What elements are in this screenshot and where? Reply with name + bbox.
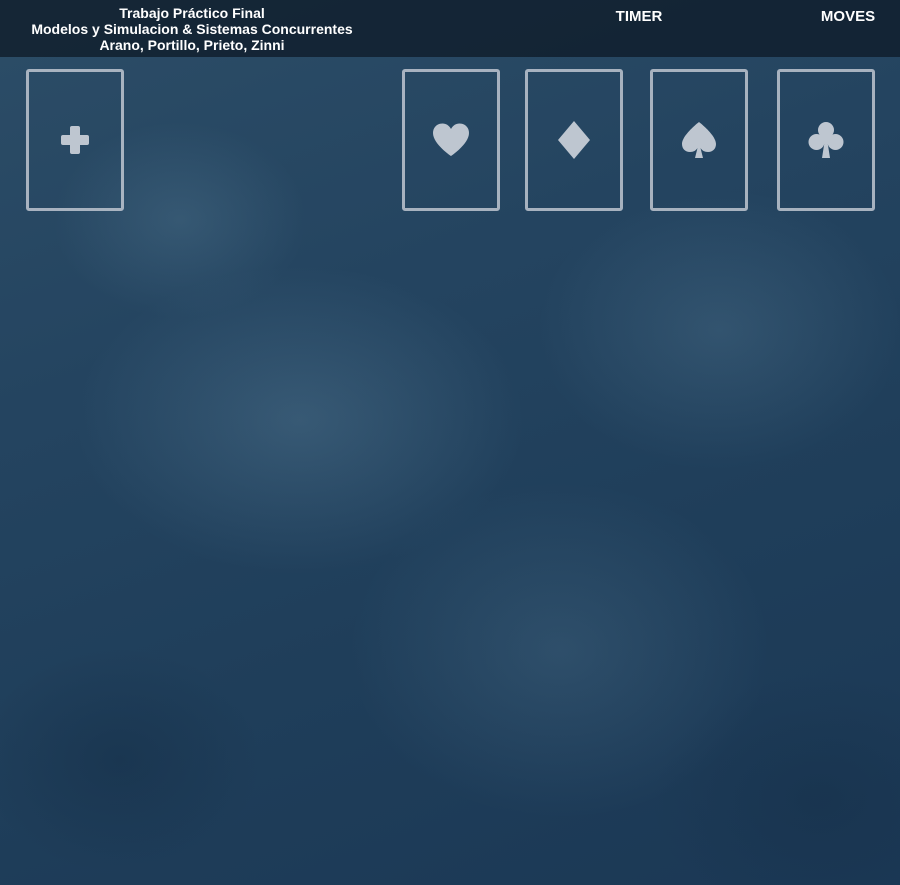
game-title: Trabajo Práctico Final Modelos y Simulac… <box>10 5 374 53</box>
foundation-diamonds-slot[interactable] <box>525 69 623 211</box>
spade-icon <box>682 122 716 158</box>
top-bar: Trabajo Práctico Final Modelos y Simulac… <box>0 0 900 57</box>
timer-label: TIMER <box>615 8 663 25</box>
title-line-3: Arano, Portillo, Prieto, Zinni <box>99 37 285 53</box>
stock-pile-slot[interactable] <box>26 69 124 211</box>
foundation-clubs-slot[interactable] <box>777 69 875 211</box>
title-line-2: Modelos y Simulacion & Sistemas Concurre… <box>31 21 353 37</box>
foundation-spades-slot[interactable] <box>650 69 748 211</box>
club-icon <box>808 122 844 158</box>
title-line-1: Trabajo Práctico Final <box>119 5 265 21</box>
diamond-icon <box>558 121 590 159</box>
plus-icon <box>61 126 89 154</box>
heart-icon <box>433 123 469 156</box>
moves-label: MOVES <box>820 8 876 25</box>
foundation-hearts-slot[interactable] <box>402 69 500 211</box>
